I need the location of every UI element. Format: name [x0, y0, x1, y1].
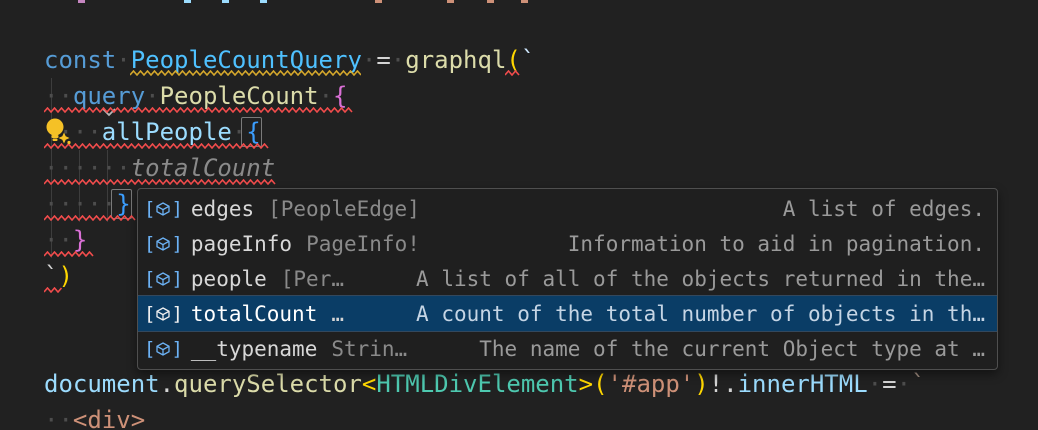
code-token: '#app'	[608, 366, 695, 402]
code-token: !	[709, 366, 723, 402]
lightbulb-sparkle-icon[interactable]	[42, 116, 74, 148]
code-token: .	[723, 366, 737, 402]
code-token: querySelector	[174, 366, 362, 402]
error-squiggle	[44, 179, 278, 185]
suggest-item-label: edges	[191, 197, 254, 221]
warning-squiggle	[130, 70, 361, 76]
suggest-item-description: Information to aid in pagination.	[568, 232, 985, 256]
error-squiggle	[44, 143, 270, 149]
code-token: <div>	[73, 402, 145, 430]
suggest-item-type: PageInfo!	[306, 232, 420, 256]
code-token: =	[376, 42, 390, 78]
code-token: graphql	[405, 42, 506, 78]
suggest-item-label: totalCount	[191, 302, 317, 326]
code-token: (	[593, 366, 607, 402]
field-icon: []	[144, 338, 183, 360]
code-token: ··	[44, 402, 73, 430]
code-token: `	[521, 42, 535, 78]
code-token: ·	[868, 366, 882, 402]
suggest-item-label: __typename	[191, 337, 317, 361]
fold-chevron-icon[interactable]	[14, 55, 30, 65]
error-squiggle	[44, 107, 355, 113]
suggest-item-description: The name of the current Object type at …	[479, 337, 985, 361]
field-icon: []	[144, 233, 183, 255]
error-squiggle	[44, 215, 136, 221]
code-line-div-open-tag[interactable]: ··<div>	[44, 402, 145, 430]
code-token: const	[44, 42, 116, 78]
code-editor: const·PeopleCountQuery·=·graphql(`··quer…	[0, 0, 1038, 430]
suggest-item-label: people	[191, 267, 267, 291]
suggest-item-description: A list of edges.	[783, 197, 985, 221]
suggest-item-description: A list of all of the objects returned in…	[416, 267, 985, 291]
suggest-item-edges[interactable]: [] edges [PeopleEdge] A list of edges.	[138, 191, 997, 226]
code-token: .	[160, 366, 174, 402]
code-token: )	[694, 366, 708, 402]
suggest-item-totalCount[interactable]: [] totalCount … A count of the total num…	[138, 296, 997, 331]
error-squiggle	[44, 287, 64, 293]
error-squiggle	[505, 70, 521, 76]
code-token: HTMLDivElement	[376, 366, 578, 402]
code-token: `	[911, 366, 925, 402]
suggest-item-type: Strin…	[331, 337, 407, 361]
code-token: >	[579, 366, 593, 402]
suggest-item-type: [PeopleEdge]	[268, 197, 420, 221]
field-icon: []	[144, 198, 183, 220]
field-icon: []	[144, 303, 183, 325]
fold-chevron-icon[interactable]	[14, 379, 30, 389]
code-token: innerHTML	[738, 366, 868, 402]
suggest-item-people[interactable]: [] people [Per… A list of all of the obj…	[138, 261, 997, 296]
code-token: ·	[897, 366, 911, 402]
code-token: ·	[116, 42, 130, 78]
suggest-item-__typename[interactable]: [] __typename Strin… The name of the cur…	[138, 331, 997, 366]
suggest-item-pageInfo[interactable]: [] pageInfo PageInfo! Information to aid…	[138, 226, 997, 261]
suggest-widget: [] edges [PeopleEdge] A list of edges. […	[137, 188, 998, 370]
suggest-item-type: …	[331, 302, 344, 326]
code-token: =	[882, 366, 896, 402]
code-token: ·	[391, 42, 405, 78]
code-line-queryselector-line[interactable]: document.querySelector<HTMLDivElement>('…	[44, 366, 925, 402]
suggest-item-type: [Per…	[281, 267, 344, 291]
error-squiggle	[44, 251, 96, 257]
code-token: ·	[362, 42, 376, 78]
field-icon: []	[144, 268, 183, 290]
suggest-item-label: pageInfo	[191, 232, 292, 256]
code-token: <	[362, 366, 376, 402]
suggest-item-description: A count of the total number of objects i…	[416, 302, 985, 326]
code-token: document	[44, 366, 160, 402]
